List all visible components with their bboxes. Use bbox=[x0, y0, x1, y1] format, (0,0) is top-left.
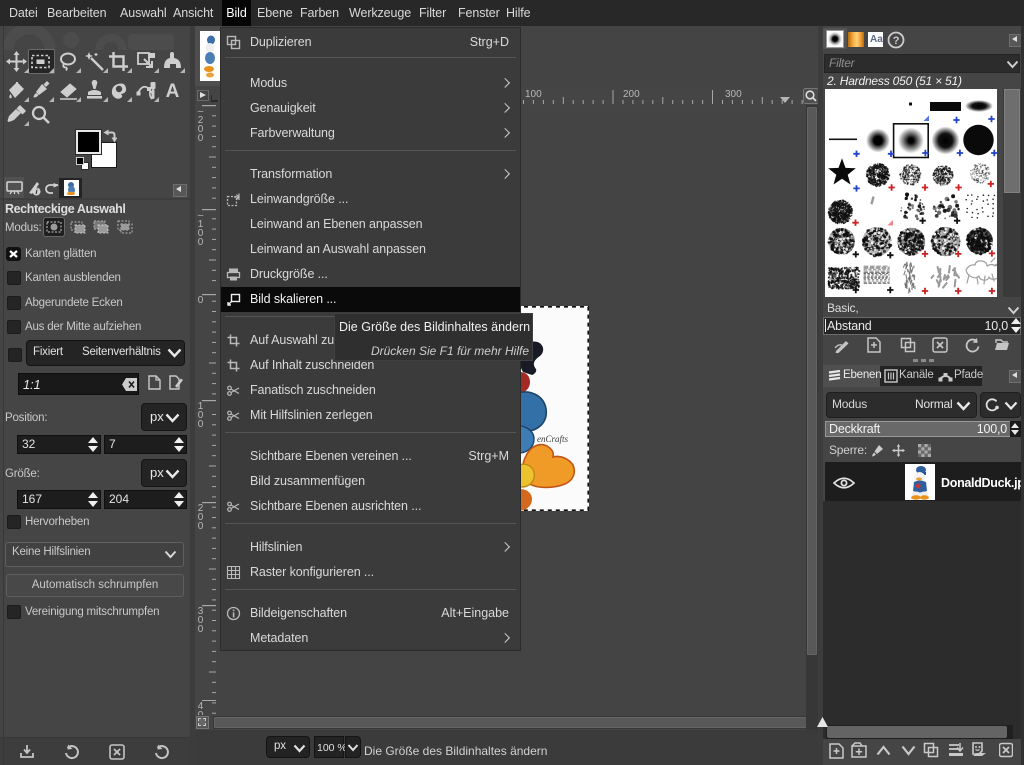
svg-text:A: A bbox=[166, 81, 180, 101]
svg-text:enCrafts: enCrafts bbox=[537, 434, 569, 444]
svg-text:?: ? bbox=[893, 35, 900, 47]
